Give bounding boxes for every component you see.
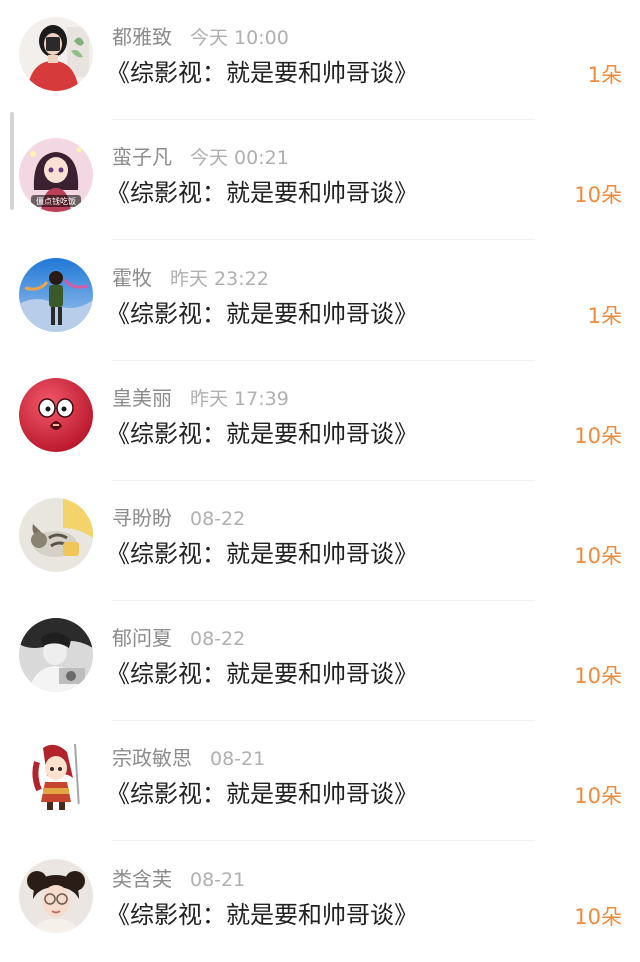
- timestamp: 昨天 23:22: [170, 268, 269, 290]
- book-title[interactable]: 《综影视：就是要和帅哥谈》: [106, 297, 418, 331]
- user-name[interactable]: 霍牧: [112, 266, 152, 290]
- book-title[interactable]: 《综影视：就是要和帅哥谈》: [106, 56, 418, 90]
- cartoon-warrior-avatar-icon[interactable]: [19, 738, 93, 812]
- timestamp: 08-21: [210, 748, 266, 770]
- user-name[interactable]: 皇美丽: [112, 386, 172, 410]
- anime-girl-avatar-icon[interactable]: 僵点钱吃饭: [19, 138, 93, 212]
- book-title[interactable]: 《综影视：就是要和帅哥谈》: [106, 176, 418, 210]
- timestamp: 08-22: [190, 508, 246, 530]
- timestamp: 今天 00:21: [190, 147, 289, 169]
- record-meta: 寻盼盼 08-22: [112, 503, 245, 533]
- divider: [112, 840, 535, 841]
- timestamp: 昨天 17:39: [190, 388, 289, 410]
- list-item[interactable]: 僵点钱吃饭 蛮子凡 今天 00:21 《综影视：就是要和帅哥谈》 10朵: [0, 120, 640, 240]
- book-title[interactable]: 《综影视：就是要和帅哥谈》: [106, 537, 418, 571]
- flower-count: 1朵: [587, 304, 622, 328]
- flower-count: 10朵: [574, 905, 622, 929]
- user-name[interactable]: 类含芙: [112, 867, 172, 891]
- book-title[interactable]: 《综影视：就是要和帅哥谈》: [106, 657, 418, 691]
- user-name[interactable]: 都雅致: [112, 25, 172, 49]
- flower-count: 10朵: [574, 784, 622, 808]
- user-name[interactable]: 宗政敏思: [112, 746, 192, 770]
- avatar-caption: 僵点钱吃饭: [36, 196, 76, 206]
- divider: [112, 239, 535, 240]
- record-meta: 霍牧 昨天 23:22: [112, 263, 269, 293]
- book-title[interactable]: 《综影视：就是要和帅哥谈》: [106, 777, 418, 811]
- list-item[interactable]: 寻盼盼 08-22 《综影视：就是要和帅哥谈》 10朵: [0, 481, 640, 601]
- scrollbar[interactable]: [10, 112, 14, 210]
- book-title[interactable]: 《综影视：就是要和帅哥谈》: [106, 898, 418, 932]
- timestamp: 08-22: [190, 628, 246, 650]
- record-meta: 都雅致 今天 10:00: [112, 22, 289, 52]
- timestamp: 08-21: [190, 869, 246, 891]
- flower-count: 10朵: [574, 544, 622, 568]
- user-name[interactable]: 蛮子凡: [112, 145, 172, 169]
- list-item[interactable]: 类含芙 08-21 《综影视：就是要和帅哥谈》 10朵: [0, 842, 640, 962]
- list-item[interactable]: 都雅致 今天 10:00 《综影视：就是要和帅哥谈》 1朵: [0, 0, 640, 120]
- book-title[interactable]: 《综影视：就是要和帅哥谈》: [106, 417, 418, 451]
- user-name[interactable]: 寻盼盼: [112, 506, 172, 530]
- red-ball-face-avatar-icon[interactable]: [19, 378, 93, 452]
- person-blue-sky-avatar-icon[interactable]: [19, 258, 93, 332]
- girl-glasses-avatar-icon[interactable]: [19, 859, 93, 933]
- record-meta: 蛮子凡 今天 00:21: [112, 142, 289, 172]
- timestamp: 今天 10:00: [190, 27, 289, 49]
- record-meta: 郁问夏 08-22: [112, 623, 245, 653]
- girl-red-shirt-avatar-icon[interactable]: [19, 17, 93, 91]
- cat-avatar-icon[interactable]: [19, 498, 93, 572]
- flower-count: 1朵: [587, 63, 622, 87]
- list-item[interactable]: 霍牧 昨天 23:22 《综影视：就是要和帅哥谈》 1朵: [0, 241, 640, 361]
- record-meta: 皇美丽 昨天 17:39: [112, 383, 289, 413]
- record-meta: 宗政敏思 08-21: [112, 743, 265, 773]
- list-item[interactable]: 郁问夏 08-22 《综影视：就是要和帅哥谈》 10朵: [0, 601, 640, 721]
- flower-count: 10朵: [574, 424, 622, 448]
- record-meta: 类含芙 08-21: [112, 864, 245, 894]
- list-item[interactable]: 宗政敏思 08-21 《综影视：就是要和帅哥谈》 10朵: [0, 721, 640, 841]
- flower-count: 10朵: [574, 664, 622, 688]
- gift-record-list: 都雅致 今天 10:00 《综影视：就是要和帅哥谈》 1朵 僵点钱吃饭 蛮子凡 今天…: [0, 0, 640, 958]
- list-item[interactable]: 皇美丽 昨天 17:39 《综影视：就是要和帅哥谈》 10朵: [0, 361, 640, 481]
- flower-count: 10朵: [574, 183, 622, 207]
- monochrome-girl-avatar-icon[interactable]: [19, 618, 93, 692]
- user-name[interactable]: 郁问夏: [112, 626, 172, 650]
